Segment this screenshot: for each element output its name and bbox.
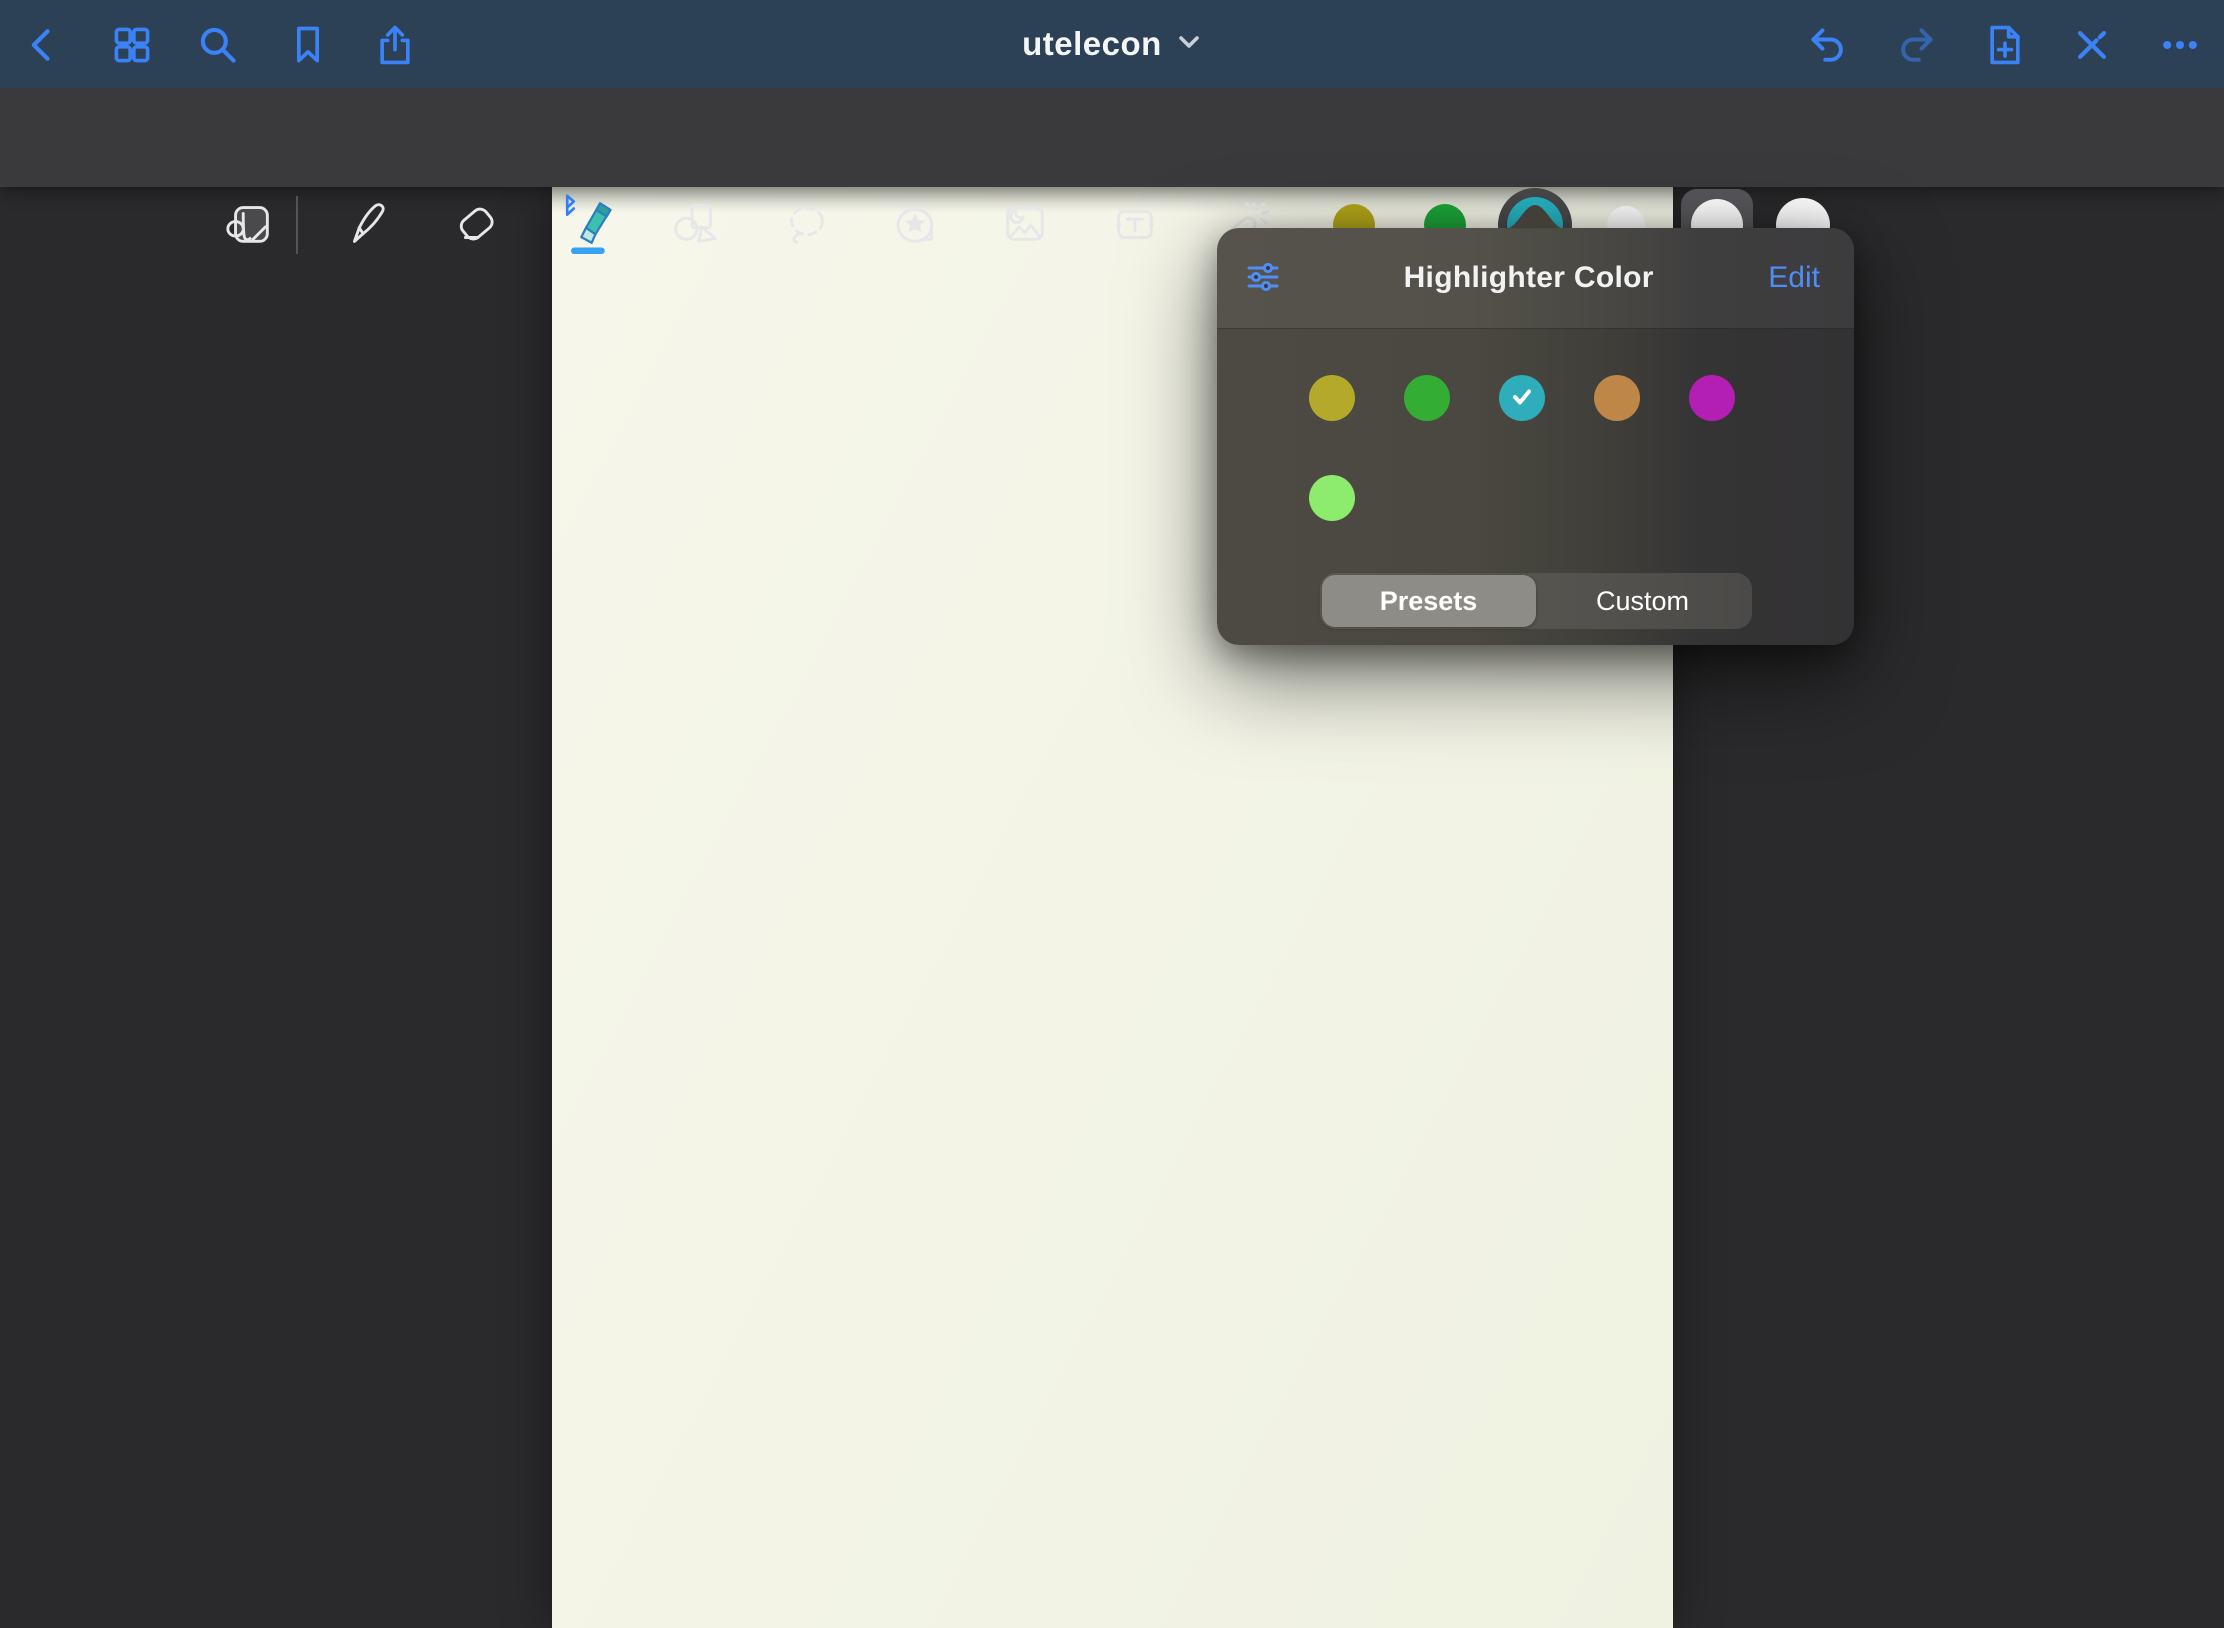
highlighter-color-popover: Highlighter Color Edit Presets Custom <box>1217 228 1854 645</box>
search-icon <box>196 23 240 67</box>
document-title-button[interactable]: utelecon <box>962 0 1262 88</box>
text-tool[interactable] <box>1107 197 1163 253</box>
shapes-icon <box>668 197 722 254</box>
checkmark-icon <box>1509 386 1535 411</box>
redo-button[interactable] <box>1894 23 1938 67</box>
presets-custom-segmented-control: Presets Custom <box>1320 573 1752 629</box>
tab-presets[interactable]: Presets <box>1322 575 1536 627</box>
page-thumbnails-button[interactable] <box>110 23 154 67</box>
highlighter-icon <box>557 193 615 258</box>
add-page-icon <box>1983 22 2027 68</box>
more-options-button[interactable] <box>2158 23 2202 67</box>
popover-title: Highlighter Color <box>1289 261 1768 295</box>
goodnotes-app: utelecon <box>0 0 2224 1628</box>
preset-color-row-1 <box>1217 375 1854 421</box>
handwriting-mode-tool[interactable] <box>222 197 278 253</box>
eraser-tool[interactable] <box>448 197 504 253</box>
preset-color-teal-selected[interactable] <box>1499 375 1545 421</box>
crossed-pencil-icon <box>2070 23 2114 67</box>
sliders-icon <box>1245 260 1281 297</box>
ellipsis-icon <box>2158 23 2202 67</box>
pages-grid-icon <box>110 23 154 67</box>
back-chevron-icon <box>21 23 65 67</box>
sticker-star-icon <box>888 197 942 254</box>
toolbar-divider <box>296 196 298 254</box>
share-icon <box>373 23 417 67</box>
handwriting-mode-icon <box>223 197 277 254</box>
preset-color-magenta[interactable] <box>1689 375 1735 421</box>
pen-icon <box>339 197 393 254</box>
bookmark-button[interactable] <box>286 23 330 67</box>
add-page-button[interactable] <box>1983 23 2027 67</box>
image-tool[interactable] <box>997 197 1053 253</box>
lasso-tool[interactable] <box>778 197 834 253</box>
document-title: utelecon <box>1022 25 1162 63</box>
edit-colors-button[interactable]: Edit <box>1768 261 1820 295</box>
preset-color-light-green[interactable] <box>1309 475 1355 521</box>
disable-stylus-button[interactable] <box>2070 23 2114 67</box>
tools-toolbar <box>0 88 2224 187</box>
eraser-icon <box>449 197 503 254</box>
stroke-settings-button[interactable] <box>1245 260 1289 297</box>
undo-button[interactable] <box>1806 23 1850 67</box>
popover-arrow <box>1505 202 1565 229</box>
title-chevron-down-icon <box>1176 32 1202 57</box>
back-button[interactable] <box>21 23 65 67</box>
popover-header: Highlighter Color Edit <box>1217 228 1854 329</box>
lasso-icon <box>779 197 833 254</box>
preset-color-row-2 <box>1217 475 1854 521</box>
tab-custom[interactable]: Custom <box>1536 575 1750 627</box>
bookmark-icon <box>286 23 330 67</box>
canvas-background <box>0 187 2224 1628</box>
search-button[interactable] <box>196 23 240 67</box>
pen-tool[interactable] <box>338 197 394 253</box>
photo-icon <box>998 197 1052 254</box>
share-button[interactable] <box>373 23 417 67</box>
top-navigation-bar: utelecon <box>0 0 2224 88</box>
preset-color-olive[interactable] <box>1309 375 1355 421</box>
redo-icon <box>1893 23 1939 67</box>
text-box-icon <box>1108 197 1162 254</box>
stickers-tool[interactable] <box>887 197 943 253</box>
shapes-tool[interactable] <box>667 197 723 253</box>
undo-icon <box>1805 23 1851 67</box>
preset-color-green[interactable] <box>1404 375 1450 421</box>
preset-color-orange[interactable] <box>1594 375 1640 421</box>
highlighter-tool-selected[interactable] <box>558 197 614 253</box>
